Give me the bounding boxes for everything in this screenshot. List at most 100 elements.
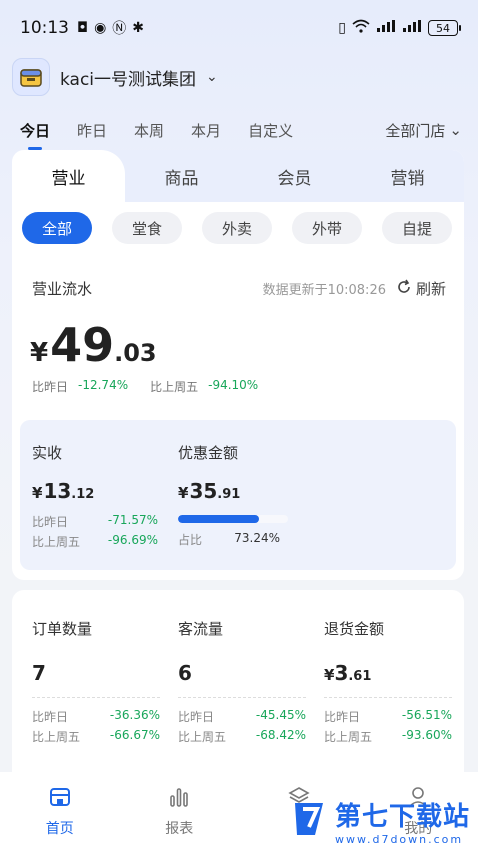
signal-icon <box>376 20 396 36</box>
status-system-icons: ▯ 54 <box>338 19 461 37</box>
metric-int: 3 <box>334 661 349 685</box>
revenue-updated-time: 数据更新于10:08:26 <box>262 283 386 298</box>
vibrate-icon: ▯ <box>338 20 346 36</box>
battery-icon: 54 <box>428 20 461 36</box>
chip-pickup[interactable]: 自提 <box>382 212 452 244</box>
chip-all[interactable]: 全部 <box>22 212 92 244</box>
watermark-url: www.d7down.com <box>334 833 464 846</box>
org-logo-icon <box>12 58 50 96</box>
tab-today[interactable]: 今日 <box>20 120 50 150</box>
watermark-name: 第七下载站 <box>334 802 470 832</box>
tab-this-month[interactable]: 本月 <box>191 120 221 141</box>
tab-yesterday[interactable]: 昨日 <box>77 120 107 141</box>
category-tabs: 营业 商品 会员 营销 <box>12 150 464 202</box>
metric-orders[interactable]: 订单数量 7 比昨日 -36.36% 比上周五 -66.67% <box>32 618 160 748</box>
status-bar: 10:13 ◘ ◉ Ⓝ ✱ ▯ 54 <box>0 0 478 56</box>
bluetooth-icon: ✱ <box>132 20 145 36</box>
actual-amount: ¥ 13 .12 <box>32 479 158 503</box>
battery-level: 54 <box>436 21 450 35</box>
tab-members[interactable]: 会员 <box>238 150 351 202</box>
revenue-header: 营业流水 数据更新于10:08:26 刷新 <box>32 278 446 299</box>
signal-icon-2 <box>402 20 422 36</box>
discount-label: 优惠金额 <box>178 444 239 462</box>
actual-cmp2-value: -96.69% <box>107 533 158 547</box>
metric-cmp1-value: -56.51% <box>401 708 452 722</box>
metric-refunds[interactable]: 退货金额 ¥ 3 .61 比昨日 -56.51% 比上周五 -93.60% <box>324 618 452 748</box>
metric-cmp2-label: 比上周五 <box>178 730 227 744</box>
tab-this-week[interactable]: 本周 <box>134 120 164 141</box>
metric-cmp1-label: 比昨日 <box>178 710 215 724</box>
revenue-cmp2-label: 比上周五 <box>150 380 199 394</box>
metric-comparison: 比昨日 -45.45% 比上周五 -68.42% <box>178 708 306 745</box>
nav-home[interactable]: 首页 <box>0 772 120 850</box>
revenue-dec: .03 <box>114 339 157 367</box>
discount-int: 35 <box>189 479 218 503</box>
metrics-card: 订单数量 7 比昨日 -36.36% 比上周五 -66.67% 客流量 6 比昨日 -… <box>12 590 464 790</box>
metric-value: ¥ 3 .61 <box>324 661 452 685</box>
metric-label: 退货金额 <box>324 620 385 638</box>
discount-amount: ¥ 35 .91 <box>178 479 288 503</box>
chart-icon <box>167 786 191 812</box>
wifi-icon <box>352 19 370 37</box>
discount-dec: .91 <box>217 487 241 502</box>
revenue-amount: ¥ 49 .03 <box>30 318 157 372</box>
metric-currency: ¥ <box>324 666 335 684</box>
metric-label: 订单数量 <box>32 620 93 638</box>
discount-ratio: 占比 73.24% <box>178 531 280 548</box>
status-notification-icons: ◘ ◉ Ⓝ ✱ <box>77 18 144 38</box>
eye-icon: ◉ <box>94 20 107 36</box>
tab-business[interactable]: 营业 <box>12 150 125 202</box>
revenue-cmp1-label: 比昨日 <box>32 380 69 394</box>
metric-cmp2-value: -66.67% <box>109 728 160 742</box>
refresh-button[interactable]: 刷新 <box>396 278 446 299</box>
metric-comparison: 比昨日 -36.36% 比上周五 -66.67% <box>32 708 160 745</box>
watermark-logo-icon <box>289 799 329 843</box>
discount-ratio-fill <box>178 515 259 523</box>
metric-comparison: 比昨日 -56.51% 比上周五 -93.60% <box>324 708 452 745</box>
revenue-currency: ¥ <box>30 338 49 368</box>
app-notification-icon: ◘ <box>77 20 89 36</box>
actual-cmp1-label: 比昨日 <box>32 515 69 529</box>
chip-takeaway[interactable]: 外带 <box>292 212 362 244</box>
metric-value: 7 <box>32 661 160 685</box>
revenue-cmp2-value: -94.10% <box>208 378 259 392</box>
metric-cmp1-value: -45.45% <box>255 708 306 722</box>
tab-custom[interactable]: 自定义 <box>248 120 293 141</box>
metric-value: 6 <box>178 661 306 685</box>
discount-ratio-value: 73.24% <box>234 531 280 545</box>
org-switcher[interactable]: kaci一号测试集团 ⌄ <box>12 58 218 96</box>
chip-delivery[interactable]: 外卖 <box>202 212 272 244</box>
revenue-int: 49 <box>50 318 115 372</box>
tab-marketing[interactable]: 营销 <box>351 150 464 202</box>
chevron-down-icon: ⌄ <box>206 69 218 85</box>
actual-cmp1-value: -71.57% <box>107 513 158 527</box>
nav-reports[interactable]: 报表 <box>120 772 240 850</box>
nav-reports-label: 报表 <box>165 821 194 837</box>
metric-label: 客流量 <box>178 620 224 638</box>
watermark: 第七下载站 www.d7down.com <box>289 796 470 846</box>
status-time: 10:13 <box>20 18 69 38</box>
actual-received: 实收 ¥ 13 .12 比昨日 -71.57% 比上周五 -96.69% <box>32 442 158 553</box>
tab-products[interactable]: 商品 <box>125 150 238 202</box>
refresh-icon <box>396 279 412 299</box>
chip-dine-in[interactable]: 堂食 <box>112 212 182 244</box>
actual-int: 13 <box>43 479 72 503</box>
metric-cmp2-value: -68.42% <box>255 728 306 742</box>
revenue-breakdown: 实收 ¥ 13 .12 比昨日 -71.57% 比上周五 -96.69% 优惠金额 … <box>20 420 456 570</box>
channel-filter: 全部 堂食 外卖 外带 自提 <box>12 202 464 244</box>
divider <box>32 697 160 698</box>
metric-traffic[interactable]: 客流量 6 比昨日 -45.45% 比上周五 -68.42% <box>178 618 306 748</box>
home-icon <box>48 786 72 812</box>
metric-dec: .61 <box>348 669 372 684</box>
discount-amount-block: 优惠金额 ¥ 35 .91 占比 73.24% <box>178 442 288 548</box>
business-card: 营业 商品 会员 营销 全部 堂食 外卖 外带 自提 营业流水 数据更新于10:… <box>12 150 464 580</box>
metric-int: 7 <box>32 661 46 685</box>
store-select-label: 全部门店 <box>385 121 446 140</box>
actual-comparison: 比昨日 -71.57% 比上周五 -96.69% <box>32 513 158 550</box>
metric-cmp2-label: 比上周五 <box>32 730 81 744</box>
nfc-icon: Ⓝ <box>112 21 127 37</box>
metric-int: 6 <box>178 661 192 685</box>
divider <box>324 697 452 698</box>
store-select[interactable]: 全部门店 ⌄ <box>385 120 462 141</box>
discount-ratio-bar <box>178 515 288 523</box>
